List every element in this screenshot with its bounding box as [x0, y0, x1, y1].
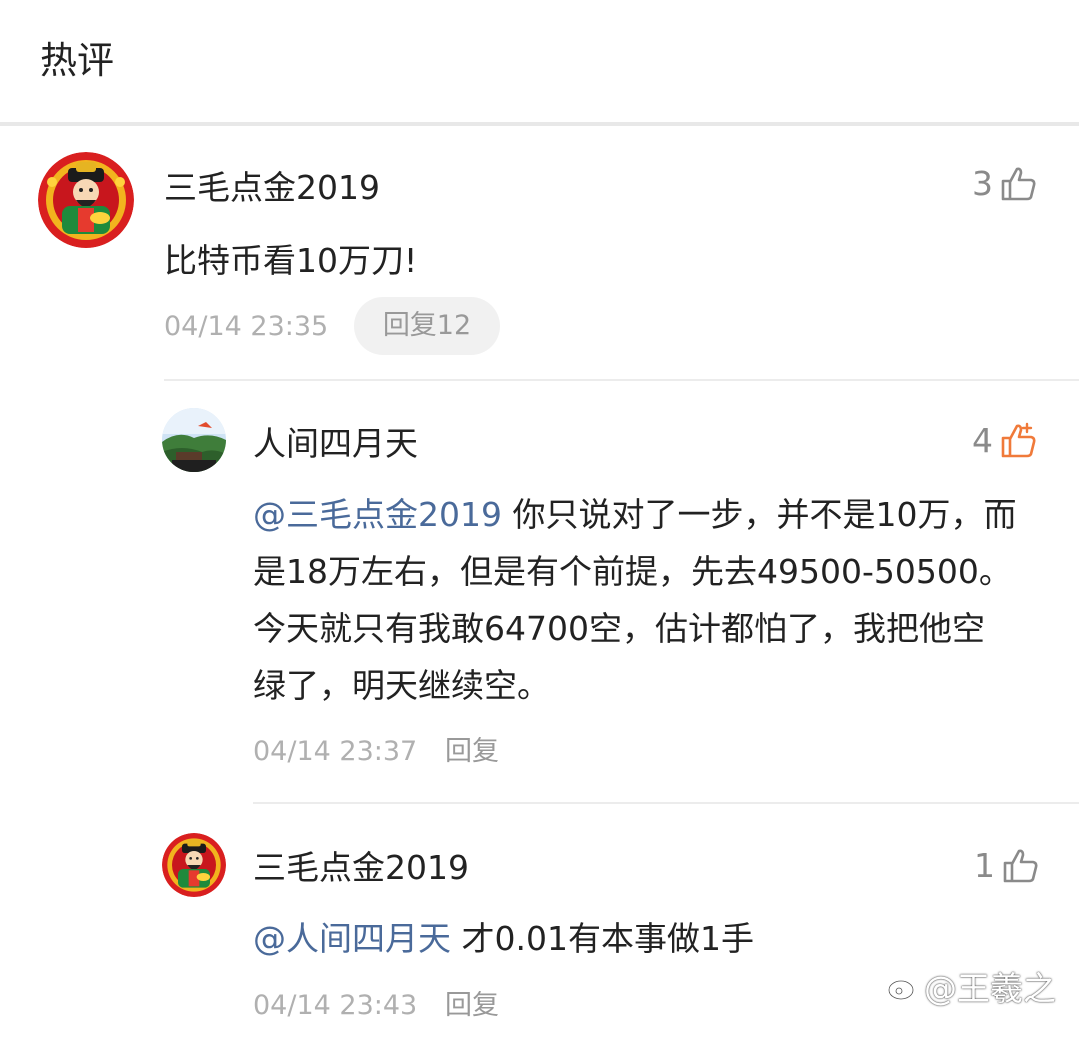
mention-link[interactable]: @三毛点金2019 — [253, 495, 502, 534]
reply-username[interactable]: 人间四月天 — [253, 424, 418, 464]
thumbs-up-icon — [1003, 849, 1038, 883]
reply-username[interactable]: 三毛点金2019 — [253, 848, 469, 888]
divider — [253, 802, 1079, 804]
like-count: 4 — [972, 421, 993, 460]
header-divider — [0, 122, 1079, 126]
like-count: 3 — [972, 164, 993, 203]
page-title: 热评 — [40, 39, 114, 82]
god-of-wealth-avatar-icon — [38, 152, 134, 248]
reply-button[interactable]: 回复 — [445, 735, 499, 769]
like-button[interactable]: 3 — [972, 164, 1037, 204]
like-button[interactable]: 4 — [972, 421, 1037, 461]
reply-button[interactable]: 回复 — [445, 989, 499, 1023]
landscape-avatar-icon — [162, 408, 226, 472]
reply-text-line: @三毛点金2019 你只说对了一步，并不是10万，而 — [253, 486, 1053, 543]
avatar[interactable] — [162, 833, 226, 897]
weibo-logo-icon — [887, 973, 918, 1001]
divider — [164, 379, 1079, 381]
watermark: @王羲之 — [886, 964, 1056, 1008]
comment-text: 比特币看10万刀! — [164, 241, 418, 280]
reply-count-button[interactable]: 回复12 — [354, 297, 500, 355]
comment-timestamp: 04/14 23:35 — [164, 311, 329, 342]
reply-text-line: 今天就只有我敢64700空，估计都怕了，我把他空 — [253, 609, 985, 648]
avatar[interactable] — [38, 152, 134, 248]
god-of-wealth-avatar-icon — [162, 833, 226, 897]
avatar[interactable] — [162, 408, 226, 472]
reply-text-segment: 你只说对了一步，并不是10万，而 — [501, 495, 1017, 534]
reply-text-line: 绿了，明天继续空。 — [253, 666, 550, 705]
like-count: 1 — [974, 846, 995, 885]
reply-timestamp: 04/14 23:43 — [253, 990, 418, 1021]
reply-text-line: 是18万左右，但是有个前提，先去49500-50500。 — [253, 552, 1012, 591]
thumbs-up-liked-icon — [1001, 422, 1036, 458]
mention-link[interactable]: @人间四月天 — [253, 919, 451, 958]
reply-timestamp: 04/14 23:37 — [253, 736, 418, 767]
reply-text: @人间四月天 才0.01有本事做1手 — [253, 910, 754, 967]
like-button[interactable]: 1 — [974, 846, 1039, 886]
reply-text: @三毛点金2019 你只说对了一步，并不是10万，而 是18万左右，但是有个前提… — [253, 486, 1053, 714]
comment-username[interactable]: 三毛点金2019 — [164, 168, 380, 208]
watermark-text: @王羲之 — [924, 969, 1056, 1008]
reply-text-segment: 才0.01有本事做1手 — [451, 919, 754, 958]
hot-comments-header: 热评 — [0, 0, 1079, 126]
thumbs-up-icon — [1001, 167, 1036, 201]
